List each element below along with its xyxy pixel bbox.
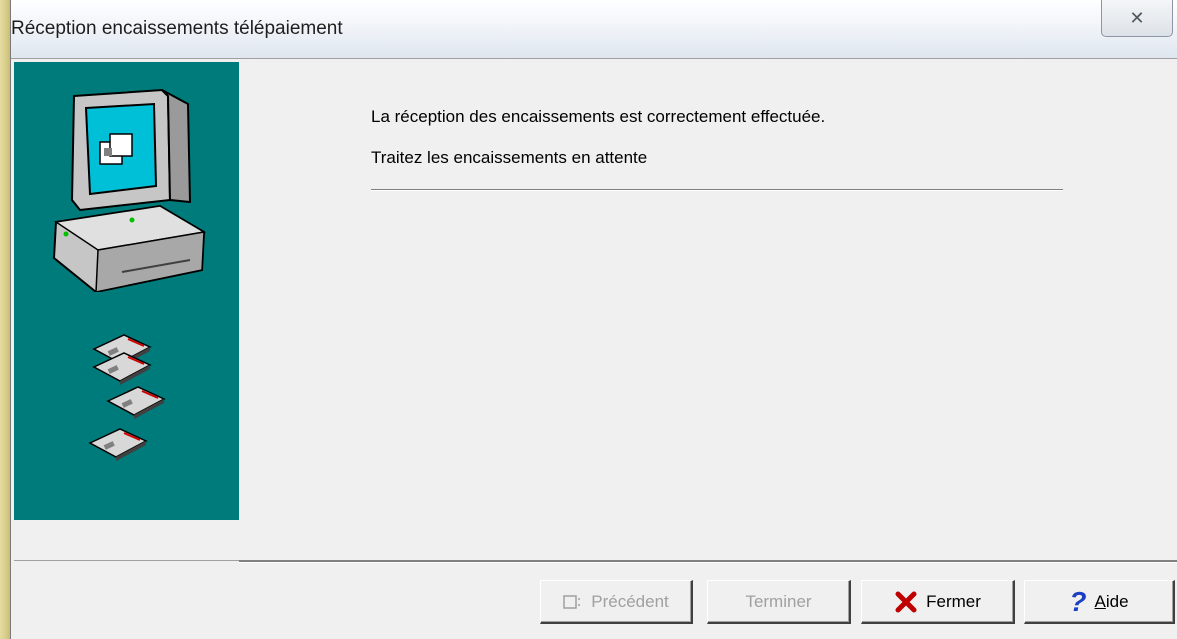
footer-divider [239,560,1177,563]
close-icon: ✕ [1129,7,1145,28]
wizard-window: Réception encaissements télépaiement ✕ L… [10,0,1177,639]
content-divider [371,189,1063,191]
window-close-button[interactable]: ✕ [1101,0,1173,37]
title-bar: Réception encaissements télépaiement ✕ [11,0,1177,58]
computer-icon [52,88,207,292]
question-mark-icon: ? [1069,585,1087,617]
finish-button-label: Terminer [745,591,812,611]
finish-button[interactable]: Terminer [707,580,851,624]
red-x-icon [894,590,918,614]
desktop-edge [0,0,10,639]
side-panel-footer [14,520,239,561]
window-title: Réception encaissements télépaiement [11,18,343,39]
instruction-message: Traitez les encaissements en attente [371,148,648,167]
wizard-side-panel [14,62,239,520]
help-button[interactable]: ? Aide [1024,580,1175,624]
title-separator [11,58,1177,59]
previous-page-icon [563,594,583,610]
footer-divider-left [14,560,239,561]
close-button-label: Fermer [926,591,981,611]
help-button-label: Aide [1094,591,1129,611]
close-button[interactable]: Fermer [861,580,1015,624]
floppy-disk-icon [88,334,166,461]
wizard-content: La réception des encaissements est corre… [239,62,1177,560]
status-message: La réception des encaissements est corre… [371,107,826,126]
previous-button-label: Précédent [591,591,669,611]
previous-button[interactable]: Précédent [540,580,693,624]
